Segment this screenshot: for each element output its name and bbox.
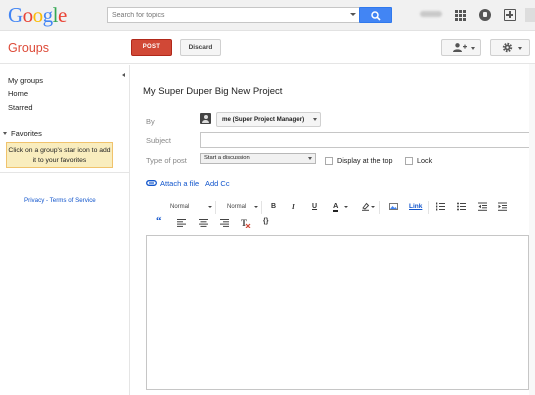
scrollbar[interactable] — [529, 64, 535, 395]
type-of-post-label: Type of post — [146, 156, 187, 165]
account-avatar[interactable] — [525, 8, 535, 22]
divider — [379, 201, 380, 214]
favorites-label: Favorites — [11, 129, 42, 138]
logo-letter: o — [32, 3, 44, 27]
chevron-down-icon[interactable] — [344, 206, 348, 208]
sidebar-item-home[interactable]: Home — [8, 89, 28, 98]
page-title: My Super Duper Big New Project — [143, 86, 283, 97]
member-options-button[interactable] — [441, 39, 481, 56]
search-button[interactable] — [359, 7, 392, 23]
text-color-button[interactable]: A — [333, 202, 339, 212]
sidebar: My groups Home Starred Favorites Click o… — [0, 65, 130, 395]
avatar — [200, 113, 211, 124]
chevron-down-icon[interactable] — [208, 206, 212, 208]
attach-file-link[interactable]: Attach a file — [160, 179, 199, 188]
favorites-hint: Click on a group's star icon to add it t… — [6, 142, 113, 168]
top-bar: Google — [0, 0, 535, 31]
svg-text:T: T — [241, 218, 247, 228]
link-button[interactable]: Link — [409, 203, 422, 210]
highlight-color-icon[interactable] — [361, 202, 370, 211]
numbered-list-icon[interactable] — [436, 202, 445, 211]
quote-button[interactable]: “ — [156, 215, 162, 227]
search-icon — [371, 11, 381, 21]
search-box[interactable] — [107, 7, 360, 23]
post-type-select[interactable]: Start a discussion — [200, 153, 316, 164]
apps-icon[interactable] — [455, 10, 466, 21]
search-options-chevron-icon[interactable] — [350, 13, 356, 16]
align-center-icon[interactable] — [199, 219, 208, 227]
action-bar: Groups POST Discard — [0, 31, 535, 64]
bulleted-list-icon[interactable] — [457, 202, 466, 211]
settings-button[interactable] — [490, 39, 530, 56]
share-icon[interactable] — [504, 9, 516, 21]
message-body-editor[interactable] — [146, 235, 529, 390]
logo-letter: o — [22, 3, 34, 27]
by-label: By — [146, 117, 155, 126]
gear-icon — [502, 42, 513, 53]
display-at-top-checkbox[interactable] — [325, 157, 333, 165]
account-name[interactable] — [420, 11, 442, 17]
chevron-down-icon — [3, 132, 7, 135]
subject-label: Subject — [146, 136, 172, 145]
post-type-value: Start a discussion — [204, 155, 250, 161]
sidebar-item-my-groups[interactable]: My groups — [8, 76, 43, 85]
subject-field[interactable] — [200, 132, 530, 148]
author-select-value: me (Super Project Manager) — [222, 116, 305, 123]
divider — [0, 172, 129, 173]
lock-checkbox[interactable] — [405, 157, 413, 165]
chevron-down-icon — [308, 157, 312, 160]
align-right-icon[interactable] — [220, 219, 229, 227]
post-button[interactable]: POST — [131, 39, 172, 56]
google-logo[interactable]: Google — [8, 3, 67, 28]
increase-indent-icon[interactable] — [498, 202, 507, 211]
insert-image-icon[interactable] — [389, 203, 398, 210]
divider — [428, 201, 429, 214]
chevron-down-icon[interactable] — [254, 206, 258, 208]
author-select[interactable]: me (Super Project Manager) — [216, 112, 321, 127]
bold-button[interactable]: B — [271, 203, 276, 210]
underline-button[interactable]: U — [312, 203, 317, 210]
logo-letter: e — [58, 3, 67, 27]
divider — [261, 201, 262, 214]
italic-button[interactable]: I — [292, 203, 295, 211]
discard-button[interactable]: Discard — [180, 39, 221, 56]
lock-label: Lock — [417, 156, 433, 165]
divider — [215, 201, 216, 214]
paperclip-icon[interactable] — [146, 180, 157, 186]
font-size-select[interactable]: Normal — [227, 204, 246, 210]
privacy-terms-links[interactable]: Privacy - Terms of Service — [24, 197, 96, 204]
code-button[interactable]: {} — [263, 218, 268, 225]
add-person-icon — [453, 43, 467, 52]
sidebar-item-starred[interactable]: Starred — [8, 103, 33, 112]
chevron-down-icon — [313, 118, 317, 121]
notifications-icon[interactable] — [479, 9, 491, 21]
collapse-sidebar-icon[interactable] — [122, 73, 125, 77]
chevron-down-icon — [518, 47, 522, 50]
chevron-down-icon[interactable] — [371, 206, 375, 208]
remove-formatting-icon[interactable]: T — [241, 218, 251, 228]
chevron-down-icon — [471, 47, 475, 50]
app-title[interactable]: Groups — [8, 41, 49, 55]
decrease-indent-icon[interactable] — [478, 202, 487, 211]
search-input[interactable] — [108, 8, 348, 22]
logo-letter: g — [42, 3, 54, 27]
align-left-icon[interactable] — [177, 219, 186, 227]
add-cc-link[interactable]: Add Cc — [205, 179, 230, 188]
font-family-select[interactable]: Normal — [170, 204, 189, 210]
logo-letter: G — [8, 3, 23, 27]
favorites-header[interactable]: Favorites — [3, 129, 42, 138]
display-at-top-label: Display at the top — [337, 156, 393, 165]
